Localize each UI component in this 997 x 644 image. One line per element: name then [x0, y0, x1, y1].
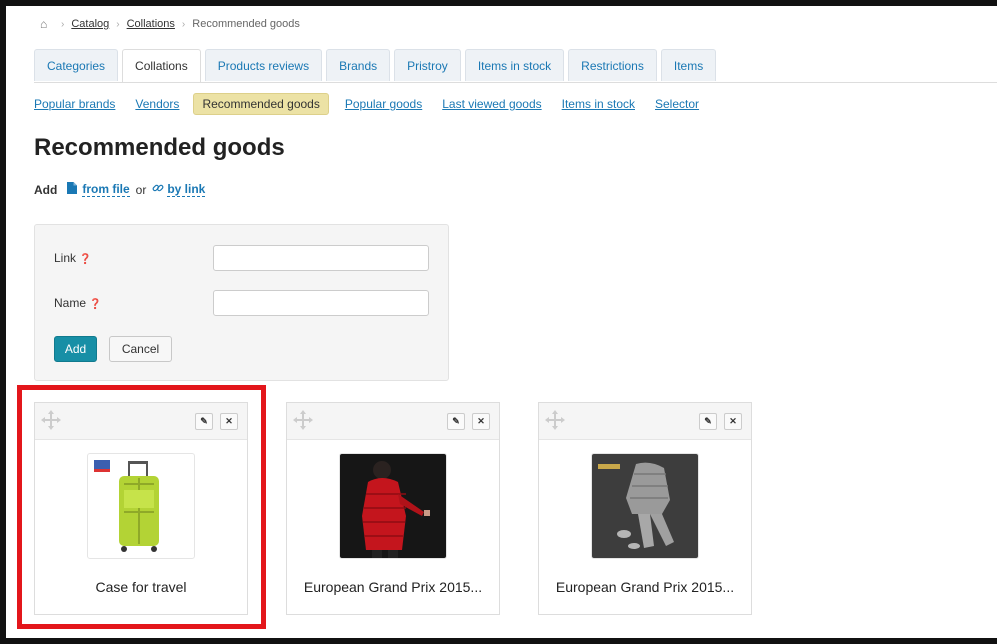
help-icon[interactable]: ❓: [89, 299, 101, 310]
breadcrumb-separator: ›: [61, 18, 65, 30]
subtab-vendors[interactable]: Vendors: [135, 95, 179, 113]
home-icon[interactable]: ⌂: [40, 17, 54, 31]
product-image-jacket: [339, 453, 447, 559]
tab-restrictions[interactable]: Restrictions: [568, 49, 657, 81]
screenshot-frame-top: [0, 0, 997, 6]
product-title: European Grand Prix 2015...: [303, 579, 483, 595]
add-item-form: Link ❓ Name ❓ Add Cancel: [34, 224, 449, 381]
add-label: Add: [34, 182, 58, 197]
add-button[interactable]: Add: [54, 336, 97, 362]
name-input[interactable]: [213, 290, 429, 316]
screenshot-frame-bottom: [0, 638, 997, 644]
link-label-text: Link: [54, 251, 77, 265]
subtab-selector[interactable]: Selector: [655, 95, 699, 113]
card-toolbar: ✎ ✕: [539, 403, 751, 440]
subtab-last-viewed-goods[interactable]: Last viewed goods: [442, 95, 541, 113]
edit-icon[interactable]: ✎: [699, 413, 717, 430]
breadcrumb-current: Recommended goods: [192, 18, 300, 30]
tab-items-in-stock[interactable]: Items in stock: [464, 49, 565, 81]
subtab-popular-goods[interactable]: Popular goods: [345, 95, 422, 113]
move-icon[interactable]: [544, 409, 566, 431]
subtab-items-in-stock[interactable]: Items in stock: [562, 95, 635, 113]
breadcrumb-link-catalog[interactable]: Catalog: [71, 18, 109, 30]
highlight-box: [17, 385, 266, 629]
link-icon: [152, 182, 164, 197]
subtab-popular-brands[interactable]: Popular brands: [34, 95, 115, 113]
by-link-link[interactable]: by link: [167, 182, 206, 197]
product-card: ✎ ✕ European Grand Prix 2015...: [538, 402, 752, 615]
tabs-divider: [34, 82, 997, 83]
product-card: ✎ ✕ European Grand Prix 2015...: [286, 402, 500, 615]
breadcrumb: ⌂ › Catalog › Collations › Recommended g…: [40, 17, 300, 31]
name-label-text: Name: [54, 296, 87, 310]
tab-brands[interactable]: Brands: [326, 49, 391, 81]
or-text: or: [135, 182, 147, 197]
main-tabs: Categories Collations Products reviews B…: [34, 49, 720, 83]
close-icon[interactable]: ✕: [472, 413, 490, 430]
breadcrumb-separator: ›: [116, 18, 120, 30]
product-title: European Grand Prix 2015...: [555, 579, 735, 595]
help-icon[interactable]: ❓: [79, 254, 91, 265]
tab-items[interactable]: Items: [660, 49, 717, 81]
tab-pristroy[interactable]: Pristroy: [394, 49, 461, 81]
tab-products-reviews[interactable]: Products reviews: [204, 49, 323, 81]
link-input[interactable]: [213, 245, 429, 271]
edit-icon[interactable]: ✎: [447, 413, 465, 430]
breadcrumb-link-collations[interactable]: Collations: [127, 18, 175, 30]
subtab-recommended-goods[interactable]: Recommended goods: [193, 93, 329, 115]
tab-categories[interactable]: Categories: [34, 49, 119, 81]
add-options: Add from file or by link: [34, 182, 206, 197]
card-toolbar: ✎ ✕: [287, 403, 499, 440]
close-icon[interactable]: ✕: [724, 413, 742, 430]
name-label: Name ❓: [54, 296, 101, 310]
file-icon: [67, 182, 78, 197]
breadcrumb-separator: ›: [181, 18, 186, 30]
product-image-clothes: [591, 453, 699, 559]
tab-collations[interactable]: Collations: [122, 49, 201, 83]
from-file-link[interactable]: from file: [82, 182, 130, 197]
move-icon[interactable]: [292, 409, 314, 431]
screenshot-frame-left: [0, 0, 6, 644]
page-title: Recommended goods: [34, 134, 285, 161]
sub-tabs: Popular brands Vendors Recommended goods…: [34, 93, 719, 115]
link-label: Link ❓: [54, 251, 91, 265]
cancel-button[interactable]: Cancel: [109, 336, 172, 362]
